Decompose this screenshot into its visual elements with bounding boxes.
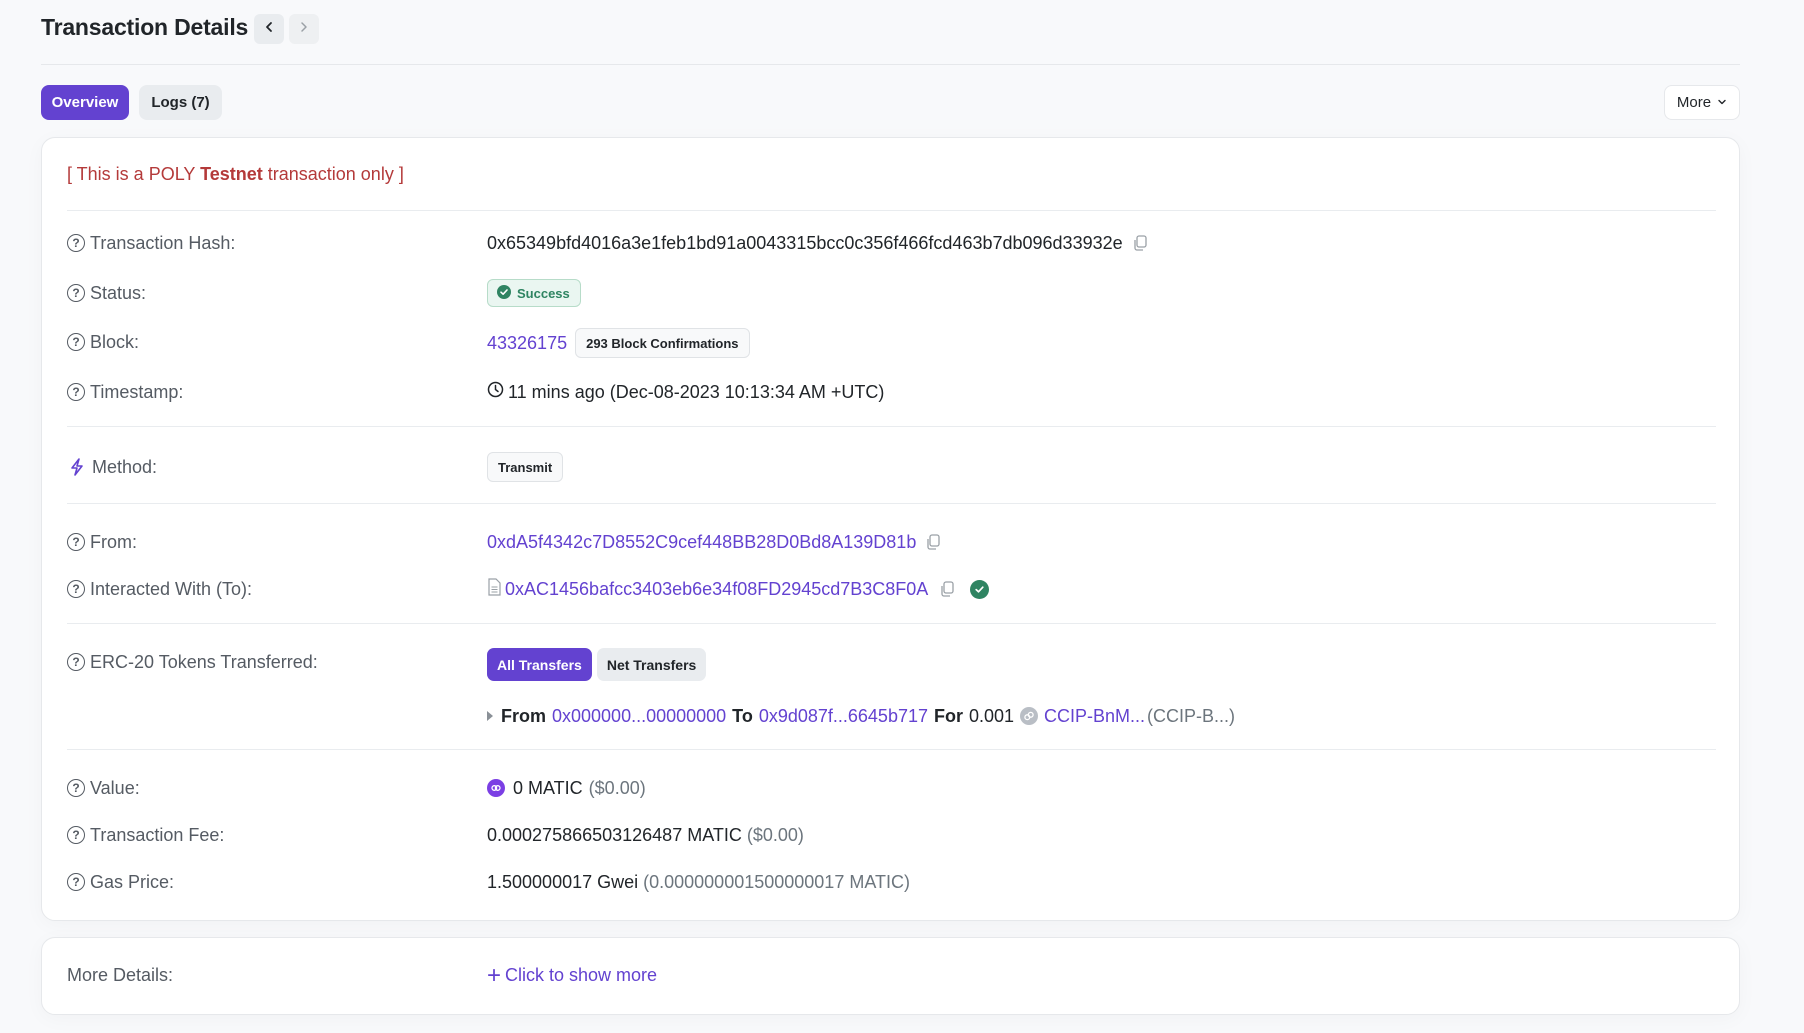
page-title: Transaction Details [41,14,249,40]
status-badge: Success [487,279,581,307]
transfer-amount: 0.001 [968,705,1015,726]
method-badge: Transmit [487,452,564,482]
chevron-right-icon [298,20,310,38]
tx-hash-label: ? Transaction Hash: [67,231,235,255]
token-symbol: (CCIP-B...) [1147,705,1236,726]
help-icon[interactable]: ? [67,653,85,671]
previous-transaction-button[interactable] [254,14,284,44]
transfer-from-word: From [501,705,546,726]
tx-hash-text: 0x65349bfd4016a3e1feb1bd91a0043315bcc0c3… [487,232,1123,253]
header-divider [41,64,1740,65]
value-usd: ($0.00) [588,777,646,798]
show-more-link[interactable]: + Click to show more [487,961,658,989]
transfer-to-word: To [732,705,753,726]
status-value: Success [487,278,581,308]
status-label: ? Status: [67,281,146,305]
fee-usd: ($0.00) [746,824,804,845]
block-number-link[interactable]: 43326175 [487,333,567,354]
next-transaction-button[interactable] [289,14,319,44]
to-address-link[interactable]: 0xAC1456bafcc3403eb6e34f08FD2945cd7B3C8F… [505,579,928,600]
help-icon[interactable]: ? [67,284,85,302]
from-address-link[interactable]: 0xdA5f4342c7D8552C9cef448BB28D0Bd8A139D8… [487,532,916,553]
token-transfer-row: From 0x000000...00000000 To 0x9d087f...6… [487,704,1235,728]
all-transfers-button[interactable]: All Transfers [487,648,592,681]
expand-caret-icon[interactable] [487,711,493,721]
help-icon[interactable]: ? [67,383,85,401]
clock-icon [487,381,504,403]
plus-icon: + [487,961,502,989]
matic-icon [487,779,505,797]
timestamp-value: 11 mins ago (Dec-08-2023 10:13:34 AM +UT… [487,380,884,404]
method-label: Method: [67,455,157,479]
check-circle-icon [497,284,511,302]
gas-price-amount: 1.500000017 Gwei [487,871,639,892]
fee-label: ? Transaction Fee: [67,823,224,847]
erc20-label: ? ERC-20 Tokens Transferred: [67,650,318,674]
more-dropdown-button[interactable]: More [1664,85,1740,120]
help-icon[interactable]: ? [67,826,85,844]
copy-icon[interactable] [938,580,956,598]
more-details-label: More Details: [67,965,174,985]
help-icon[interactable]: ? [67,333,85,351]
chevron-down-icon [1717,94,1727,111]
block-label: ? Block: [67,330,139,354]
net-transfers-button[interactable]: Net Transfers [596,648,707,681]
block-confirmations-badge: 293 Block Confirmations [575,328,750,358]
help-icon[interactable]: ? [67,873,85,891]
to-label: ? Interacted With (To): [67,577,252,601]
value-amount: 0 MATIC [513,777,583,798]
gas-price-label: ? Gas Price: [67,870,174,894]
erc20-filters: All Transfers Net Transfers [487,648,707,681]
tx-hash-value: 0x65349bfd4016a3e1feb1bd91a0043315bcc0c3… [487,231,1149,255]
testnet-notice-bold: Testnet [200,164,263,184]
chevron-left-icon [263,20,275,38]
contract-file-icon [487,577,501,601]
value-label: ? Value: [67,776,140,800]
tab-logs[interactable]: Logs (7) [139,85,222,120]
lightning-icon [67,458,87,476]
copy-icon[interactable] [924,533,942,551]
from-value: 0xdA5f4342c7D8552C9cef448BB28D0Bd8A139D8… [487,530,942,554]
section-divider [67,749,1716,750]
section-divider [67,503,1716,504]
help-icon[interactable]: ? [67,580,85,598]
section-divider [67,426,1716,427]
tab-overview[interactable]: Overview [41,85,129,120]
section-divider [67,623,1716,624]
gas-price-detail: (0.000000001500000017 MATIC) [643,871,910,892]
gas-price-value: 1.500000017 Gwei (0.000000001500000017 M… [487,870,910,894]
copy-icon[interactable] [1131,234,1149,252]
transfer-from-address[interactable]: 0x000000...00000000 [552,706,726,727]
help-icon[interactable]: ? [67,779,85,797]
token-name-link[interactable]: CCIP-BnM... [1044,706,1145,727]
verified-contract-icon [970,579,990,599]
fee-amount: 0.000275866503126487 MATIC [487,824,742,845]
block-value: 43326175 293 Block Confirmations [487,328,750,358]
timestamp-label: ? Timestamp: [67,380,183,404]
help-icon[interactable]: ? [67,533,85,551]
testnet-notice-prefix: [ This is a POLY [67,164,201,184]
fee-value: 0.000275866503126487 MATIC ($0.00) [487,823,804,847]
show-more-text: Click to show more [505,965,658,985]
testnet-notice-suffix: transaction only ] [262,164,404,184]
section-divider [67,210,1716,211]
testnet-notice: [ This is a POLY Testnet transaction onl… [67,164,404,185]
more-label: More [1676,94,1712,111]
to-value: 0xAC1456bafcc3403eb6e34f08FD2945cd7B3C8F… [487,577,990,601]
more-details-card [41,937,1740,1015]
token-link-icon [1020,707,1039,725]
method-value: Transmit [487,452,564,482]
value-value: 0 MATIC ($0.00) [487,776,646,800]
transfer-for-word: For [933,705,963,726]
transfer-to-address[interactable]: 0x9d087f...6645b717 [759,706,928,727]
help-icon[interactable]: ? [67,234,85,252]
from-label: ? From: [67,530,137,554]
